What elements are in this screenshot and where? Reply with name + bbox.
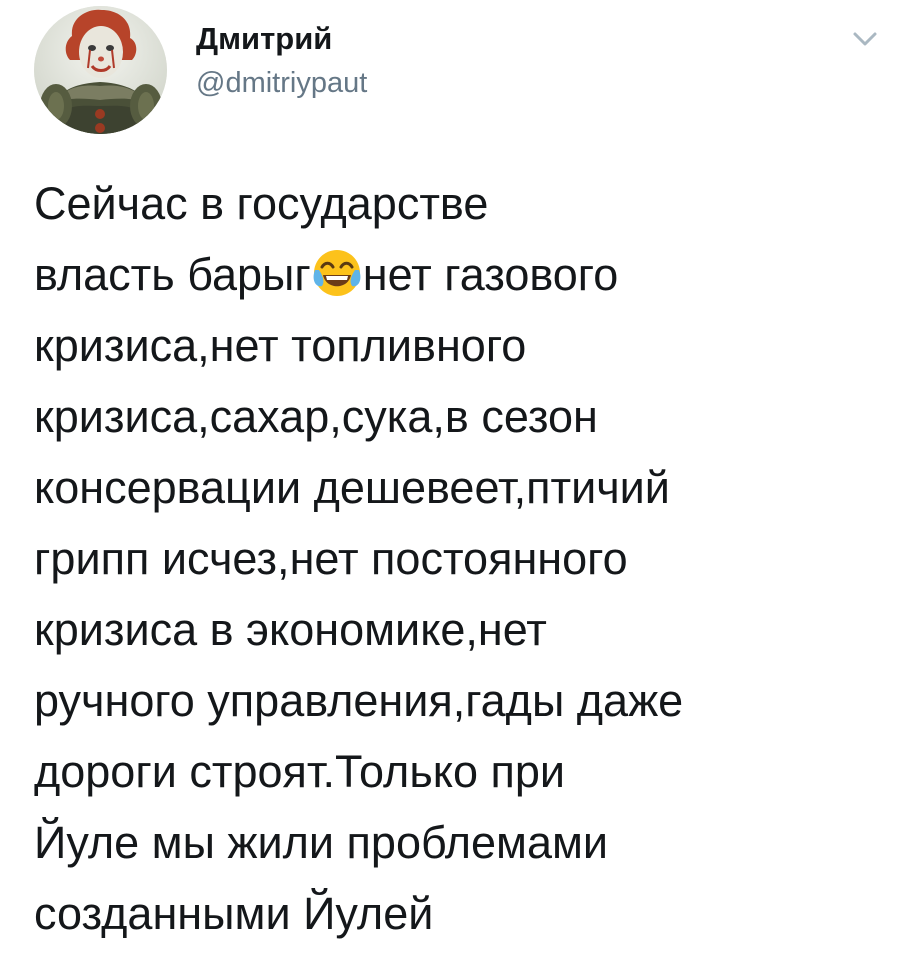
avatar[interactable] bbox=[34, 6, 167, 134]
chevron-down-icon bbox=[853, 32, 877, 46]
display-name[interactable]: Дмитрий bbox=[196, 20, 367, 58]
tweet-line: кризиса в экономике,нет bbox=[34, 604, 547, 655]
tweet-line: ручного управления,гады даже bbox=[34, 675, 684, 726]
tweet-menu-button[interactable] bbox=[846, 20, 884, 58]
author-names: Дмитрий @dmitriypaut bbox=[196, 20, 367, 102]
tweet-line: кризиса,нет топливного bbox=[34, 320, 527, 371]
tweet-text-fragment: нет газового bbox=[362, 249, 619, 300]
tweet-card: Дмитрий @dmitriypaut Сейчас в государств… bbox=[0, 0, 907, 960]
tweet-line: грипп исчез,нет постоянного bbox=[34, 533, 628, 584]
tweet-line: созданными Йулей bbox=[34, 888, 434, 939]
handle[interactable]: @dmitriypaut bbox=[196, 64, 367, 102]
face-with-tears-of-joy-emoji-icon bbox=[312, 247, 362, 297]
tweet-text-fragment: власть барыг bbox=[34, 249, 311, 300]
tweet-line: дороги строят.Только при bbox=[34, 746, 566, 797]
tweet-line: консервации дешевеет,птичий bbox=[34, 462, 670, 513]
tweet-line: власть барыг нет газового bbox=[34, 239, 874, 310]
tweet-text: Сейчас в государстве власть барыг нет га… bbox=[34, 168, 874, 949]
tweet-header: Дмитрий @dmitriypaut bbox=[34, 6, 884, 136]
tweet-line: Сейчас в государстве bbox=[34, 178, 489, 229]
tweet-line: кризиса,сахар,сука,в сезон bbox=[34, 391, 598, 442]
tweet-line: Йуле мы жили проблемами bbox=[34, 817, 609, 868]
clown-avatar-icon bbox=[34, 6, 167, 134]
